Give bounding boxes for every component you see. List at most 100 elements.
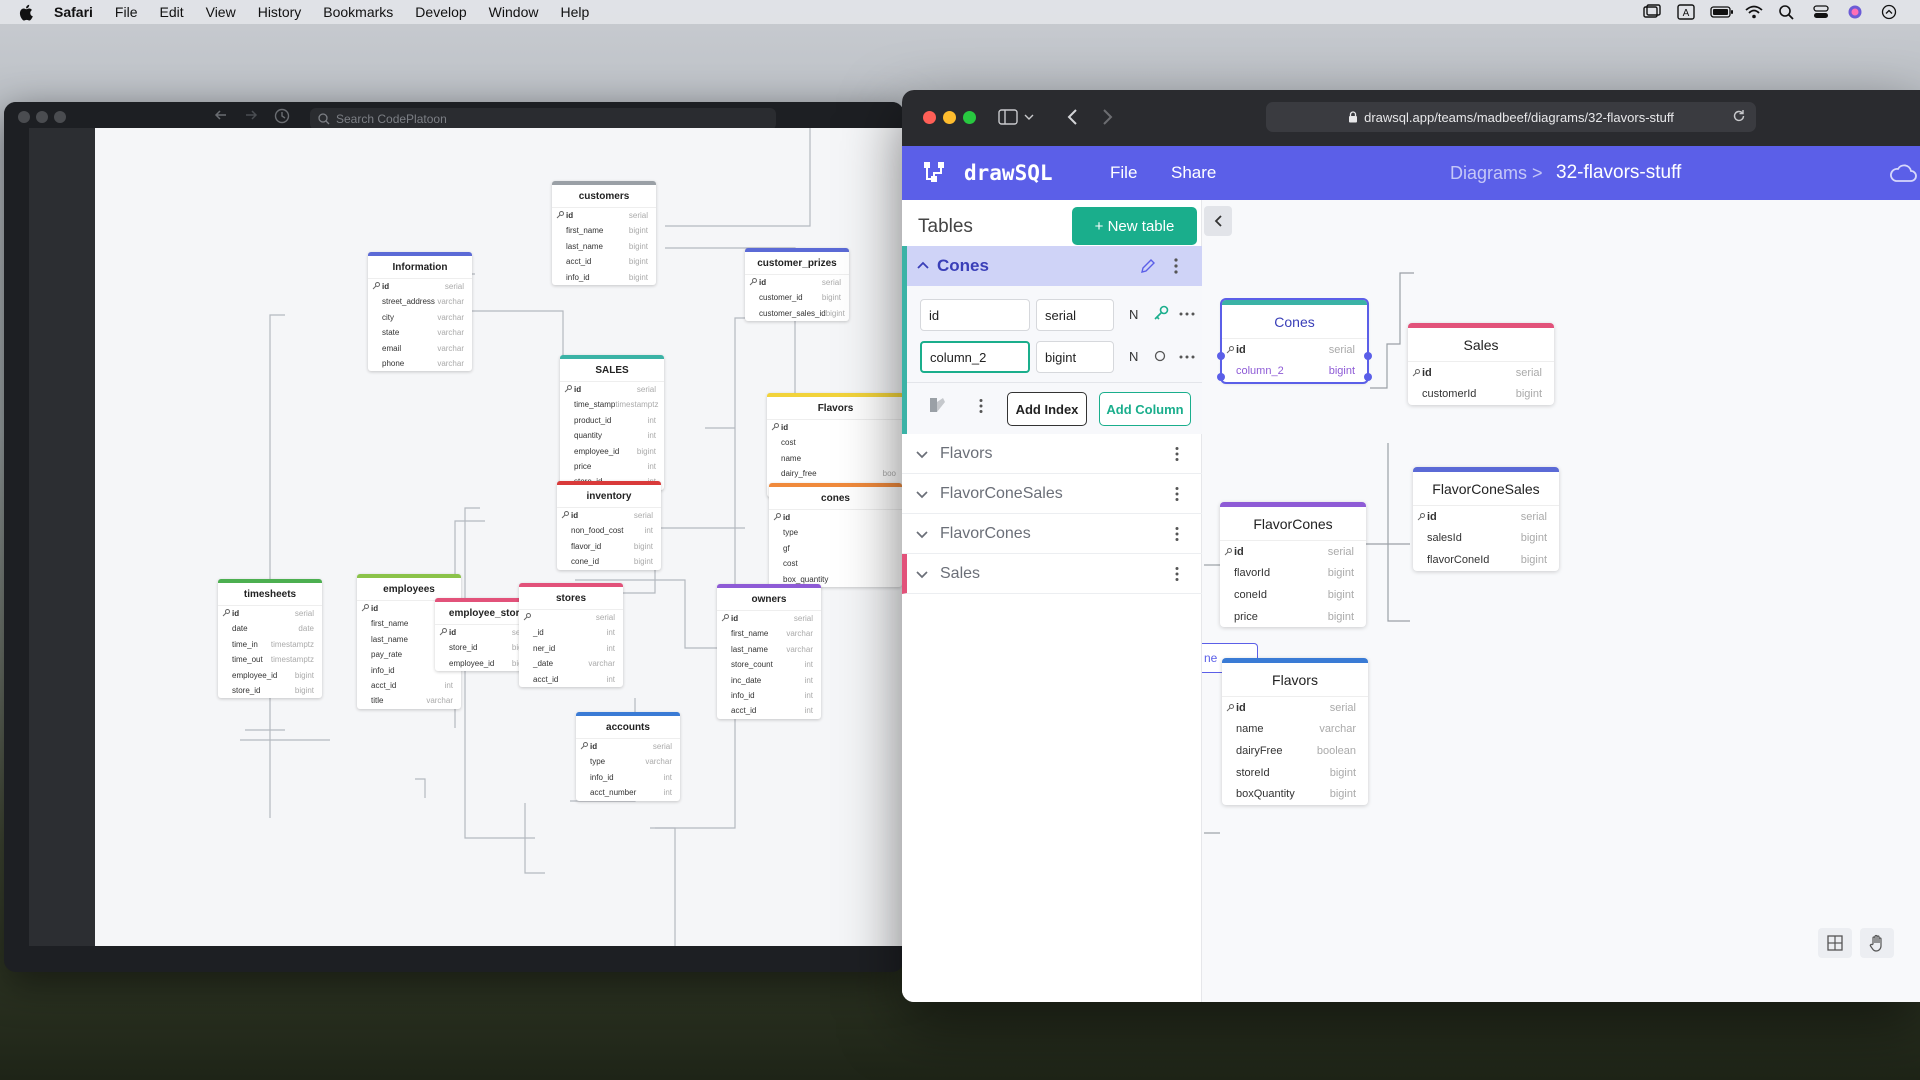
add-column-button[interactable]: Add Column	[1099, 392, 1191, 426]
left-search-field[interactable]: Search CodePlatoon	[310, 108, 776, 130]
wifi-icon[interactable]	[1744, 4, 1764, 20]
diagram-table-cones[interactable]: Cones id serial column_2 bigint	[1217, 297, 1372, 385]
table-title[interactable]: FlavorConeSales	[1413, 472, 1559, 506]
table-title[interactable]: timesheets	[218, 583, 322, 606]
table-title[interactable]: Flavors	[767, 397, 904, 420]
table-column-row[interactable]: inc_date int	[717, 673, 821, 688]
chevron-down-icon[interactable]	[1024, 112, 1034, 122]
table-section-flavors[interactable]: Flavors	[902, 434, 1202, 474]
siri-icon[interactable]	[1846, 4, 1866, 20]
table-column-row[interactable]: first_name bigint	[552, 223, 656, 238]
connection-handle[interactable]	[1364, 352, 1372, 360]
sidebar-toggle-icon[interactable]	[998, 108, 1018, 126]
table-column-row[interactable]: non_food_cost int	[557, 523, 661, 538]
left-table-customer_prizes[interactable]: customer_prizes id serial customer_id bigint…	[745, 248, 849, 322]
section-more-icon[interactable]	[1174, 486, 1180, 502]
table-section-flavorconesales[interactable]: FlavorConeSales	[902, 474, 1202, 514]
left-table-timesheets[interactable]: timesheets id serial date date time_in timesta…	[218, 579, 322, 699]
table-column-row[interactable]: time_in timestamptz	[218, 637, 322, 652]
table-column-row[interactable]: name varchar	[1222, 719, 1368, 741]
grid-toggle-button[interactable]	[1818, 928, 1852, 958]
table-column-row[interactable]: salesId bigint	[1413, 528, 1559, 550]
add-index-button[interactable]: Add Index	[1007, 392, 1087, 426]
table-column-row[interactable]: customer_sales_id bigint	[745, 306, 849, 321]
table-column-row[interactable]: id serial	[218, 606, 322, 621]
table-column-row[interactable]: type varchar	[576, 754, 680, 769]
table-title[interactable]: inventory	[557, 485, 661, 508]
left-table-sales[interactable]: SALES id serial time_stamp timestamptz produc…	[560, 355, 664, 490]
table-title[interactable]: accounts	[576, 716, 680, 739]
table-column-row[interactable]: flavorId bigint	[1220, 563, 1366, 585]
table-column-row[interactable]: first_name varchar	[717, 626, 821, 641]
address-bar[interactable]: drawsql.app/teams/madbeef/diagrams/32-fl…	[1266, 102, 1756, 132]
table-column-row[interactable]: info_id int	[576, 770, 680, 785]
table-column-row[interactable]: id serial	[717, 611, 821, 626]
table-column-row[interactable]: coneId bigint	[1220, 584, 1366, 606]
nullable-toggle[interactable]: N	[1129, 349, 1138, 364]
drawsql-logo-icon[interactable]	[922, 159, 948, 187]
table-column-row[interactable]: gf	[769, 541, 902, 556]
unique-circle-icon[interactable]	[1154, 350, 1166, 362]
active-table-header[interactable]: Cones	[907, 246, 1202, 286]
table-title[interactable]: Sales	[1408, 328, 1554, 362]
menu-file[interactable]: File	[115, 4, 138, 20]
table-column-row[interactable]: phone varchar	[368, 356, 472, 371]
menu-view[interactable]: View	[206, 4, 236, 20]
connection-handle[interactable]	[1364, 373, 1372, 381]
nullable-toggle[interactable]: N	[1129, 307, 1138, 322]
table-column-row[interactable]: ner_id int	[519, 641, 623, 656]
table-column-row[interactable]: date date	[218, 621, 322, 636]
forward-arrow-icon[interactable]	[244, 108, 258, 122]
table-column-row[interactable]: column_2 bigint	[1222, 361, 1367, 383]
column-more-icon[interactable]	[1179, 312, 1195, 316]
left-table-cones[interactable]: cones id type gf cost box_quantity	[769, 483, 902, 587]
left-diagram-canvas[interactable]: customers id serial first_name bigint last_na…	[95, 128, 904, 946]
input-source-icon[interactable]: A	[1676, 4, 1696, 20]
section-more-icon[interactable]	[1174, 566, 1180, 582]
diagram-canvas[interactable]: ne Cones id serial column_2 bigint Sales id ser…	[1202, 200, 1920, 1002]
screen-mirror-icon[interactable]	[1642, 4, 1662, 20]
table-column-row[interactable]: state varchar	[368, 325, 472, 340]
table-title[interactable]: Cones	[1222, 305, 1367, 339]
table-column-row[interactable]: id serial	[1408, 362, 1554, 384]
table-column-row[interactable]: type	[769, 525, 902, 540]
table-title[interactable]: cones	[769, 487, 902, 510]
table-column-row[interactable]: time_stamp timestamptz	[560, 397, 664, 412]
cloud-sync-icon[interactable]	[1888, 162, 1918, 184]
chevron-down-icon[interactable]	[916, 529, 928, 539]
apple-logo-icon[interactable]	[18, 4, 40, 21]
chevron-down-icon[interactable]	[916, 489, 928, 499]
diagram-title[interactable]: 32-flavors-stuff	[1556, 162, 1681, 184]
table-column-row[interactable]: name	[767, 451, 904, 466]
table-column-row[interactable]: id	[769, 510, 902, 525]
menu-bookmarks[interactable]: Bookmarks	[323, 4, 393, 20]
table-title[interactable]: Information	[368, 256, 472, 279]
table-column-row[interactable]: id serial	[1222, 339, 1367, 361]
table-column-row[interactable]: serial	[519, 610, 623, 625]
table-column-row[interactable]: quantity int	[560, 428, 664, 443]
reload-icon[interactable]	[1732, 109, 1746, 123]
chevron-down-icon[interactable]	[916, 449, 928, 459]
table-column-row[interactable]: product_id int	[560, 413, 664, 428]
spotlight-search-icon[interactable]	[1778, 4, 1798, 20]
table-column-row[interactable]: storeId bigint	[1222, 762, 1368, 784]
pan-tool-button[interactable]	[1860, 928, 1894, 958]
table-column-row[interactable]: dairy_free boo	[767, 466, 904, 481]
table-column-row[interactable]: employee_id bigint	[560, 444, 664, 459]
table-column-row[interactable]: id serial	[368, 279, 472, 294]
menu-develop[interactable]: Develop	[415, 4, 466, 20]
table-column-row[interactable]: acct_number int	[576, 785, 680, 800]
left-table-accounts[interactable]: accounts id serial type varchar info_id int acc…	[576, 712, 680, 801]
table-title[interactable]: FlavorCones	[1220, 507, 1366, 541]
table-title[interactable]: SALES	[560, 359, 664, 382]
left-table-owners[interactable]: owners id serial first_name varchar last_name…	[717, 584, 821, 719]
left-table-inventory[interactable]: inventory id serial non_food_cost int flavor_…	[557, 481, 661, 570]
menu-help[interactable]: Help	[560, 4, 589, 20]
menu-app-name[interactable]: Safari	[54, 4, 93, 20]
table-column-row[interactable]: flavorConeId bigint	[1413, 549, 1559, 571]
table-column-row[interactable]: store_id bigint	[218, 683, 322, 698]
diagram-table-flavorcones[interactable]: FlavorCones id serial flavorId bigint coneId b…	[1220, 502, 1366, 628]
table-column-row[interactable]: id serial	[1220, 541, 1366, 563]
header-share-menu[interactable]: Share	[1171, 163, 1216, 183]
user-account-icon[interactable]	[1880, 4, 1900, 20]
